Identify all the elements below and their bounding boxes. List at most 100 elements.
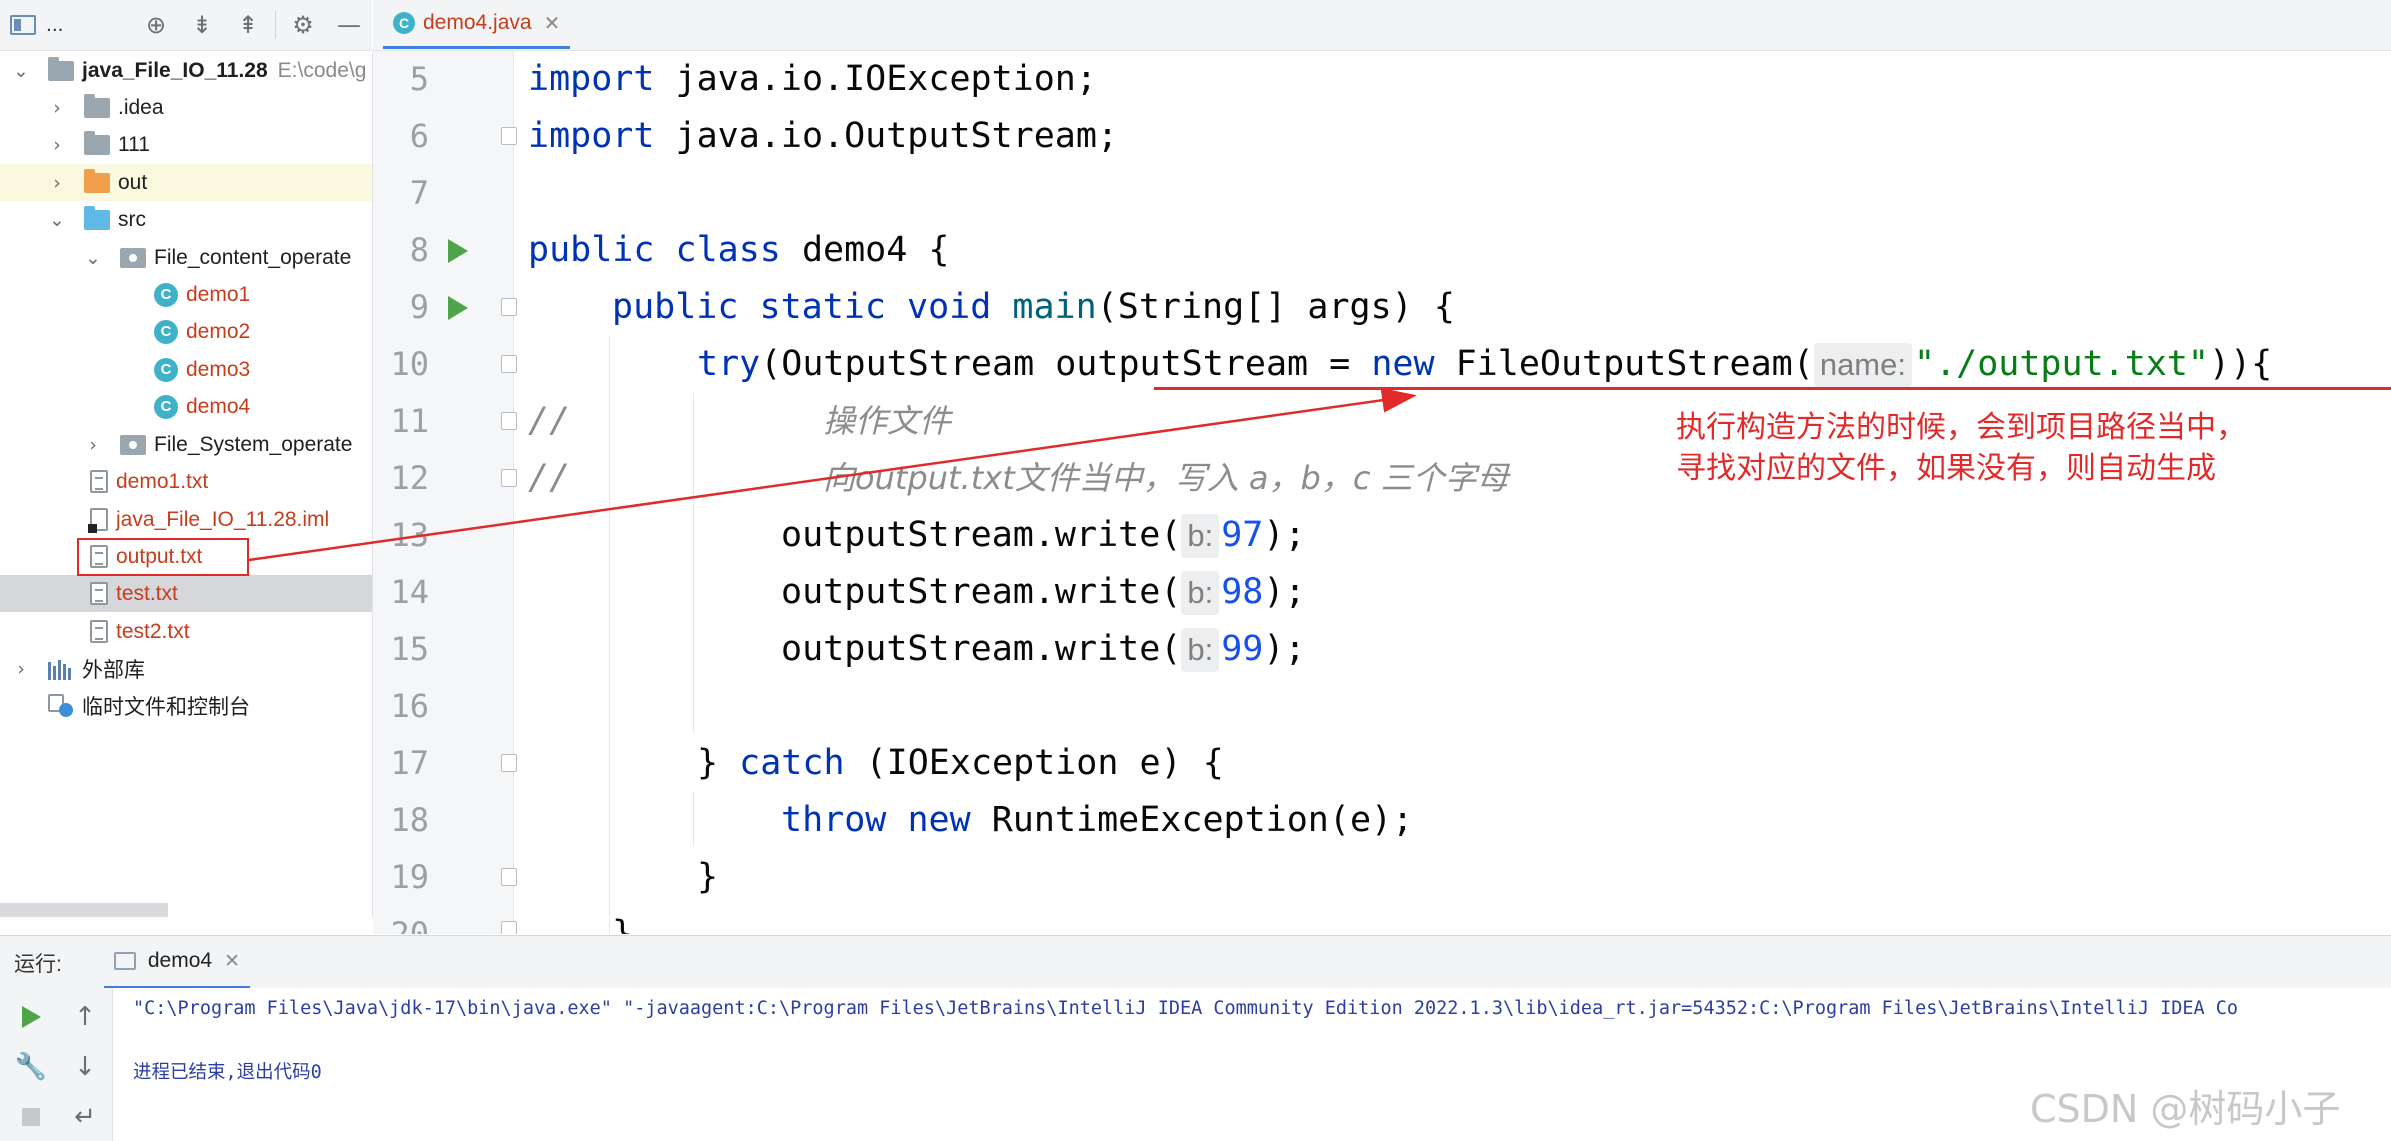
soft-wrap-button[interactable]: ↵ <box>68 1100 102 1134</box>
select-opened-file-icon[interactable]: ⊕ <box>133 3 179 47</box>
tree-item-demo2[interactable]: C demo2 <box>0 313 372 350</box>
code-token: import <box>528 116 655 156</box>
java-class-icon: C <box>393 12 415 34</box>
stop-button[interactable] <box>14 1100 48 1134</box>
code-token: ); <box>1263 515 1306 555</box>
tree-item-demo1-txt[interactable]: demo1.txt <box>0 463 372 500</box>
tree-item-label: demo3 <box>186 357 251 381</box>
scroll-up-button[interactable]: ↑ <box>68 1000 102 1034</box>
fold-marker-icon[interactable] <box>501 868 517 886</box>
chevron-right-icon[interactable]: › <box>46 134 68 156</box>
tab-label: demo4.java <box>423 11 532 34</box>
line-number: 10 <box>390 345 429 383</box>
parameter-hint: b: <box>1181 514 1220 558</box>
run-tab-label: demo4 <box>147 949 213 972</box>
tree-item-label: demo4 <box>186 394 251 418</box>
tree-item-external-libraries[interactable]: › 外部库 <box>0 650 372 687</box>
tree-item-test-txt[interactable]: test.txt <box>0 575 372 612</box>
play-icon <box>21 1006 41 1028</box>
run-gutter-icon[interactable] <box>448 296 468 320</box>
package-icon <box>120 247 146 268</box>
parameter-hint: b: <box>1181 628 1220 672</box>
tree-item-test2-txt[interactable]: test2.txt <box>0 613 372 650</box>
tree-item-label: 外部库 <box>82 658 145 682</box>
console-exit-message: 进程已结束,退出代码0 <box>133 1062 322 1083</box>
run-toolbar: ↑ 🔧 ↓ ↵ <box>0 988 113 1141</box>
indent-guide <box>693 791 694 846</box>
tree-item-label: demo1 <box>186 282 251 306</box>
tree-item-file-content-operate[interactable]: ⌄ File_content_operate <box>0 239 372 276</box>
chevron-down-icon[interactable]: ⌄ <box>10 60 32 82</box>
expand-all-icon[interactable]: ⇟ <box>179 3 225 47</box>
package-icon <box>120 434 146 455</box>
wrench-icon[interactable]: 🔧 <box>14 1050 48 1084</box>
excluded-folder-icon <box>84 168 110 193</box>
annotation-line: 寻找对应的文件，如果没有，则自动生成 <box>1676 451 2216 486</box>
annotation-note: 执行构造方法的时候，会到项目路径当中， 寻找对应的文件，如果没有，则自动生成 <box>1676 407 2246 489</box>
tree-item-demo4[interactable]: C demo4 <box>0 388 372 425</box>
fold-marker-icon[interactable] <box>501 412 517 430</box>
minimize-icon[interactable]: — <box>326 3 372 47</box>
code-line-19: } <box>697 849 718 905</box>
editor-gutter: 5 6 7 8 9 10 11 12 13 14 15 16 17 18 19 … <box>373 51 517 934</box>
fold-marker-icon[interactable] <box>501 298 517 316</box>
fold-marker-icon[interactable] <box>501 127 517 145</box>
code-token: (OutputStream outputStream = <box>760 344 1372 384</box>
tree-item-file-system-operate[interactable]: › File_System_operate <box>0 426 372 463</box>
code-token: ); <box>1263 629 1306 669</box>
tree-item-src[interactable]: ⌄ src <box>0 201 372 238</box>
tab-demo4-java[interactable]: C demo4.java ✕ <box>383 0 571 49</box>
tree-item-idea[interactable]: › .idea <box>0 89 372 126</box>
close-icon[interactable]: ✕ <box>544 11 561 35</box>
code-token: import <box>528 59 655 99</box>
code-line-9: public static void main(String[] args) { <box>612 279 1455 335</box>
run-tab-demo4[interactable]: demo4 ✕ <box>103 936 250 989</box>
chevron-right-icon[interactable]: › <box>46 172 68 194</box>
code-token: outputStream.write( <box>781 629 1182 669</box>
project-view-dropdown[interactable]: ... <box>46 13 64 37</box>
tree-item-label: test2.txt <box>116 619 190 643</box>
fold-marker-icon[interactable] <box>501 469 517 487</box>
scroll-down-button[interactable]: ↓ <box>68 1050 102 1084</box>
tree-horizontal-scrollbar[interactable] <box>0 903 168 917</box>
line-number: 8 <box>409 231 429 269</box>
fold-marker-icon[interactable] <box>501 921 517 934</box>
parameter-hint: name: <box>1813 343 1912 387</box>
tree-item-demo1[interactable]: C demo1 <box>0 276 372 313</box>
close-icon[interactable]: ✕ <box>224 950 240 972</box>
fold-marker-icon[interactable] <box>501 355 517 373</box>
code-line-12: // <box>528 450 570 506</box>
tree-item-demo3[interactable]: C demo3 <box>0 351 372 388</box>
tree-item-project-root[interactable]: ⌄ java_File_IO_11.28 E:\code\g <box>0 52 372 89</box>
chevron-down-icon[interactable]: ⌄ <box>82 247 104 269</box>
chevron-right-icon[interactable]: › <box>82 434 104 456</box>
console-command-line: "C:\Program Files\Java\jdk-17\bin\java.e… <box>133 998 2239 1019</box>
code-line-10: try(OutputStream outputStream = new File… <box>697 336 2272 392</box>
tree-item-111[interactable]: › 111 <box>0 126 372 163</box>
gear-icon[interactable]: ⚙ <box>280 3 326 47</box>
rerun-button[interactable] <box>14 1000 48 1034</box>
tree-item-label: out <box>118 170 148 194</box>
fold-marker-icon[interactable] <box>501 754 517 772</box>
code-token: FileOutputStream( <box>1434 344 1814 384</box>
code-editor[interactable]: 5 6 7 8 9 10 11 12 13 14 15 16 17 18 19 … <box>373 51 2391 934</box>
code-token: try <box>697 344 761 384</box>
folder-icon <box>84 130 110 155</box>
collapse-all-icon[interactable]: ⇞ <box>225 3 271 47</box>
chevron-right-icon[interactable]: › <box>10 658 32 680</box>
watermark: CSDN @树码小子 <box>2030 1087 2341 1131</box>
chevron-down-icon[interactable]: ⌄ <box>46 209 68 231</box>
tree-item-out[interactable]: › out <box>0 164 372 201</box>
code-token: // <box>528 458 571 498</box>
chevron-right-icon[interactable]: › <box>46 97 68 119</box>
code-token: 99 <box>1221 629 1264 669</box>
run-gutter-icon[interactable] <box>448 239 468 263</box>
comment-text: 操作文件 <box>823 402 952 440</box>
tree-item-iml[interactable]: java_File_IO_11.28.iml <box>0 501 372 538</box>
code-token: public static void <box>612 287 992 327</box>
scratches-icon <box>48 693 74 718</box>
code-line-11: // <box>528 393 570 449</box>
project-view-icon[interactable] <box>0 3 46 47</box>
tree-item-scratches[interactable]: 临时文件和控制台 <box>0 687 372 724</box>
code-line-5: import java.io.IOException; <box>528 51 1097 107</box>
